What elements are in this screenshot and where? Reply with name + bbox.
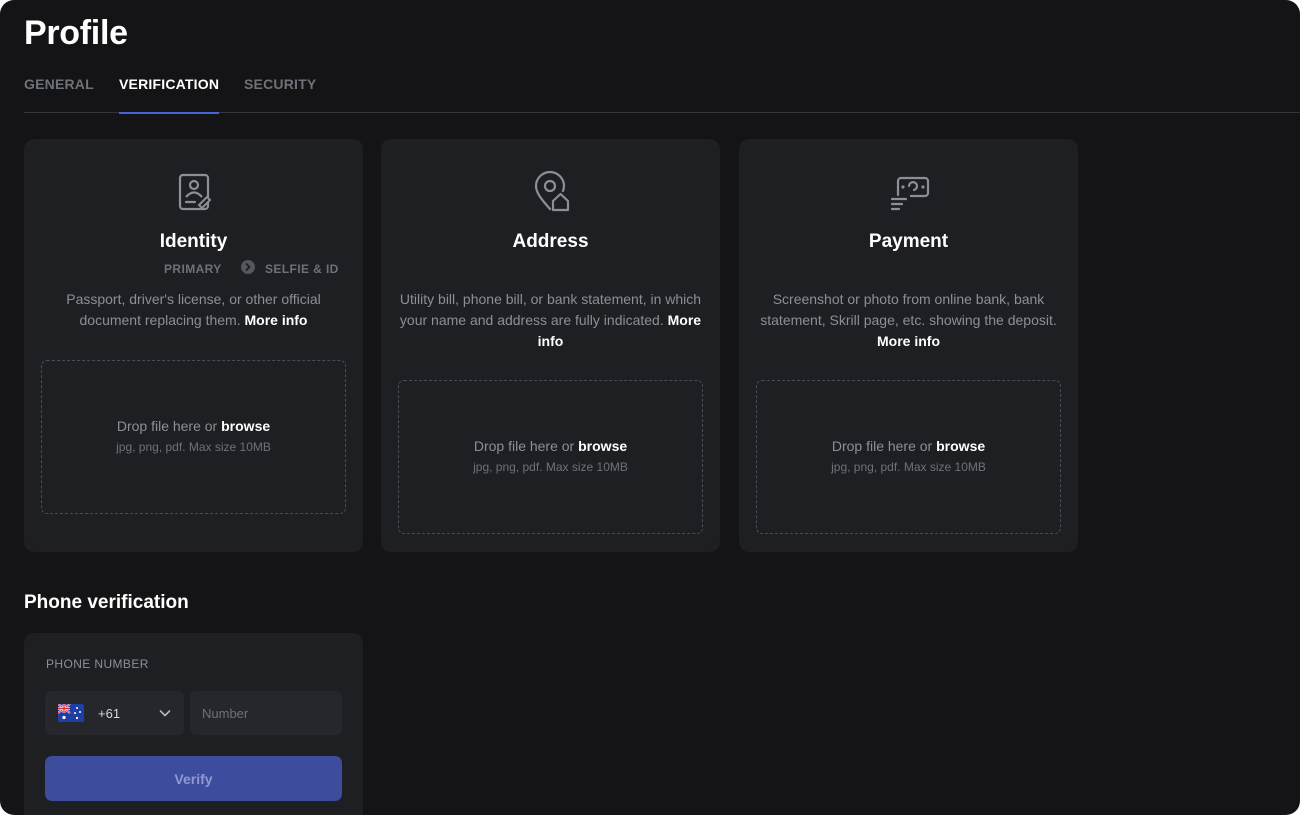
identity-dropzone[interactable]: Drop file here or browse jpg, png, pdf. … — [41, 360, 346, 514]
identity-card: Identity PRIMARY SELFIE & ID Passport, d… — [24, 139, 363, 552]
chevron-down-icon — [159, 710, 171, 717]
payment-description: Screenshot or photo from online bank, ba… — [755, 289, 1062, 352]
address-card: Address Utility bill, phone bill, or ban… — [381, 139, 720, 552]
identity-title: Identity — [159, 231, 228, 252]
payment-more-info-link[interactable]: More info — [877, 333, 940, 349]
id-card-icon — [178, 173, 211, 211]
address-dropzone[interactable]: Drop file here or browse jpg, png, pdf. … — [398, 380, 703, 534]
browse-link[interactable]: browse — [578, 438, 627, 454]
drop-prompt: Drop file here or — [831, 438, 933, 454]
tab-verification[interactable]: VERIFICATION — [119, 76, 220, 114]
phone-number-input[interactable] — [190, 691, 342, 735]
dropzone-text: Drop file here or browse — [42, 418, 345, 434]
tab-general[interactable]: GENERAL — [24, 76, 94, 113]
location-home-icon — [534, 171, 569, 212]
page-title: Profile — [24, 14, 128, 52]
dropzone-text: Drop file here or browse — [757, 438, 1060, 454]
drop-prompt: Drop file here or — [116, 418, 218, 434]
step-selfie-id[interactable]: SELFIE & ID — [265, 262, 339, 276]
payment-title: Payment — [868, 231, 949, 252]
dropzone-hint: jpg, png, pdf. Max size 10MB — [473, 460, 628, 474]
payment-dropzone[interactable]: Drop file here or browse jpg, png, pdf. … — [756, 380, 1061, 534]
chevron-right-circle-icon — [241, 260, 255, 274]
step-primary[interactable]: PRIMARY — [164, 262, 222, 276]
tab-security[interactable]: SECURITY — [244, 76, 316, 113]
tab-bar: GENERAL VERIFICATION SECURITY — [24, 64, 1300, 114]
dropzone-hint: jpg, png, pdf. Max size 10MB — [831, 460, 986, 474]
phone-verification-title: Phone verification — [24, 592, 189, 613]
payment-card: Payment Screenshot or photo from online … — [739, 139, 1078, 552]
app-window: Profile GENERAL VERIFICATION SECURITY Id… — [0, 0, 1300, 815]
browse-link[interactable]: browse — [221, 418, 270, 434]
address-desc-text: Utility bill, phone bill, or bank statem… — [399, 291, 702, 328]
phone-verification-card: PHONE NUMBER +61 Verify — [24, 633, 363, 815]
dropzone-text: Drop file here or browse — [399, 438, 702, 454]
verify-button[interactable]: Verify — [45, 756, 342, 801]
australia-flag-icon — [58, 704, 84, 722]
dropzone-hint: jpg, png, pdf. Max size 10MB — [116, 440, 271, 454]
address-description: Utility bill, phone bill, or bank statem… — [395, 289, 706, 352]
address-title: Address — [512, 231, 589, 252]
browse-link[interactable]: browse — [936, 438, 985, 454]
identity-more-info-link[interactable]: More info — [244, 312, 307, 328]
payment-desc-text: Screenshot or photo from online bank, ba… — [760, 291, 1057, 328]
identity-description: Passport, driver's license, or other off… — [54, 289, 333, 331]
drop-prompt: Drop file here or — [473, 438, 575, 454]
phone-number-label: PHONE NUMBER — [46, 657, 149, 671]
payment-icon — [890, 176, 929, 211]
country-code: +61 — [98, 706, 121, 721]
country-code-select[interactable]: +61 — [45, 691, 184, 735]
